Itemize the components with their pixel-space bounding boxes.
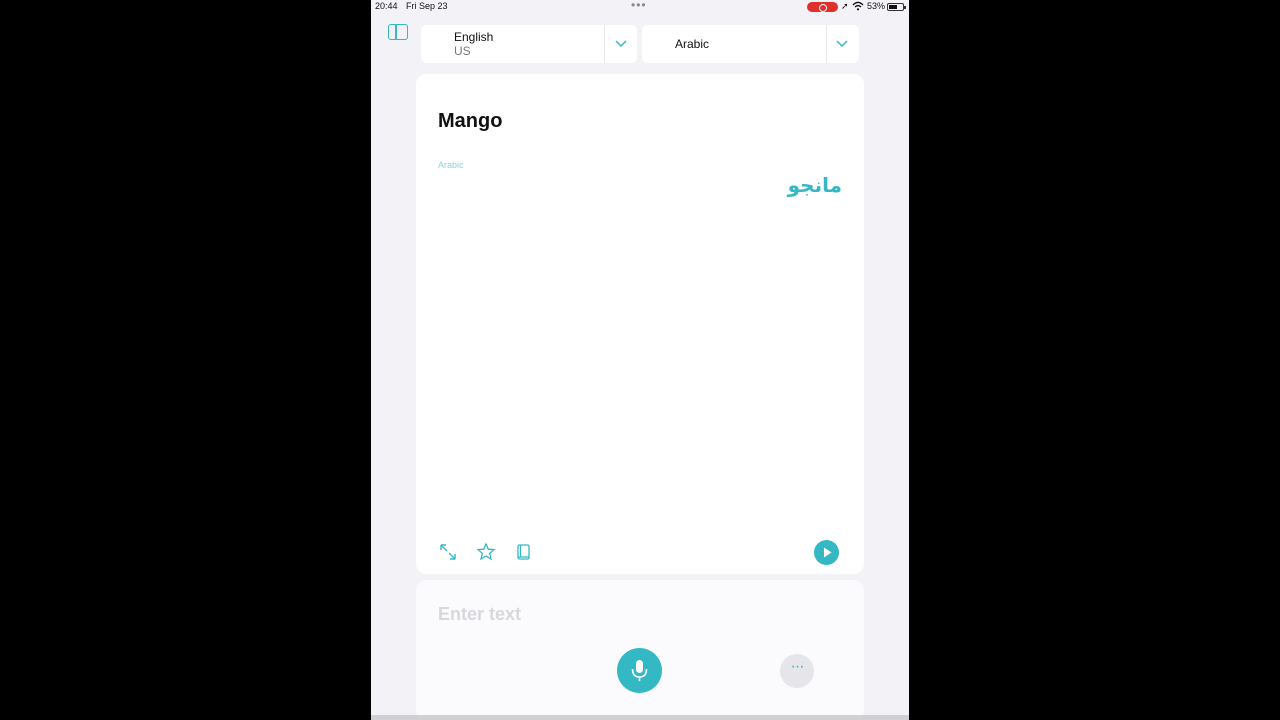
microphone-button[interactable] — [617, 648, 662, 693]
location-icon: ➚ — [841, 1, 849, 11]
translated-text: مانجو — [787, 173, 842, 197]
favorite-star-icon[interactable] — [476, 542, 496, 562]
translation-card: Mango Arabic مانجو — [416, 74, 864, 574]
source-language-name: English — [454, 30, 494, 44]
target-language-selector[interactable]: Arabic — [642, 25, 859, 63]
target-language-name: Arabic — [675, 37, 710, 51]
battery-icon — [887, 3, 906, 11]
home-indicator — [371, 715, 909, 720]
status-date: Fri Sep 23 — [406, 1, 448, 11]
wifi-icon — [852, 1, 864, 11]
battery-percent: 53% — [867, 1, 886, 11]
source-text: Mango — [438, 110, 503, 132]
target-language-label: Arabic — [438, 160, 464, 170]
play-icon — [824, 547, 832, 558]
play-button[interactable] — [814, 540, 839, 565]
more-dots-icon[interactable]: ··· — [780, 654, 814, 688]
multitask-dots-icon[interactable]: ••• — [631, 0, 651, 13]
app-screen: 20:44 Fri Sep 23 ••• ➚ 53% English US Ar… — [371, 0, 909, 720]
divider — [604, 25, 605, 63]
text-input-area[interactable]: Enter text ··· — [416, 580, 864, 720]
screen-record-icon[interactable] — [807, 2, 838, 12]
text-input-placeholder[interactable]: Enter text — [438, 604, 521, 625]
expand-icon[interactable] — [438, 542, 458, 562]
source-language-region: US — [454, 44, 471, 58]
status-time: 20:44 — [375, 1, 398, 11]
chevron-down-icon[interactable] — [834, 35, 850, 51]
microphone-icon — [631, 660, 648, 681]
source-language-selector[interactable]: English US — [421, 25, 637, 63]
dictionary-book-icon[interactable] — [513, 542, 533, 562]
status-bar: 20:44 Fri Sep 23 ••• ➚ 53% — [371, 0, 909, 14]
divider — [826, 25, 827, 63]
sidebar-toggle-icon[interactable] — [388, 24, 408, 40]
chevron-down-icon[interactable] — [613, 35, 629, 51]
